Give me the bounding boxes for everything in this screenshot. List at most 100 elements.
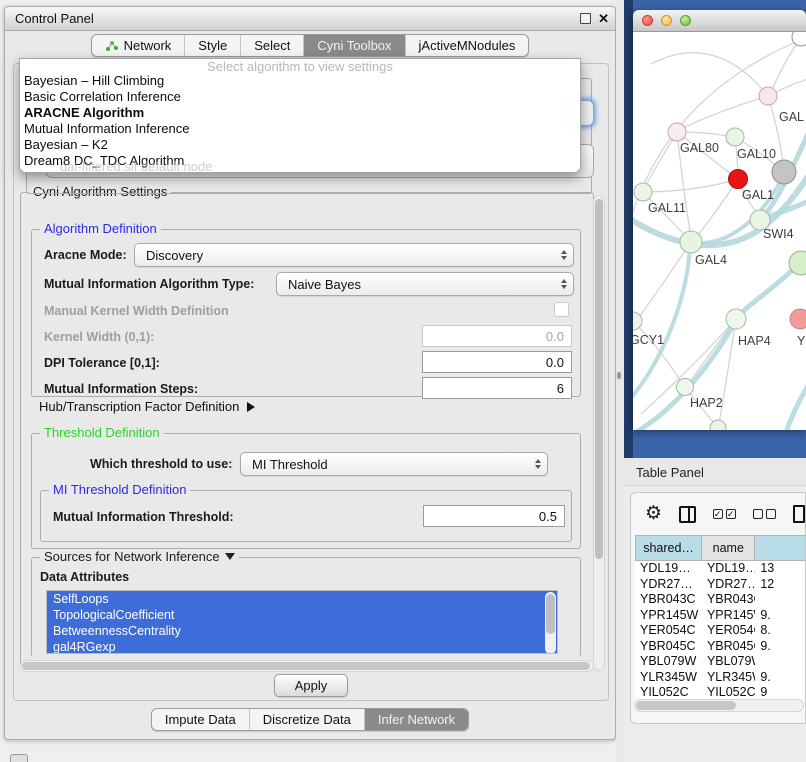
table-row: YPR145WYPR145W9. <box>635 608 806 624</box>
tab-discretize-data[interactable]: Discretize Data <box>249 709 364 730</box>
tab-cyni-toolbox[interactable]: Cyni Toolbox <box>303 35 404 56</box>
table-cell[interactable]: YBR045C <box>702 639 755 655</box>
algorithm-option-bayesian-k2[interactable]: Bayesian – K2 <box>20 137 580 153</box>
close-icon[interactable]: ✕ <box>598 10 609 28</box>
table-horizontal-scrollbar[interactable] <box>634 699 804 712</box>
algorithm-option-basic-correlation-inference[interactable]: Basic Correlation Inference <box>20 89 580 105</box>
network-edge[interactable] <box>651 179 738 192</box>
float-window-icon[interactable] <box>580 13 591 24</box>
table-cell[interactable]: YPR145W <box>702 608 755 624</box>
scrollbar-thumb[interactable] <box>636 701 736 710</box>
splitter-handle[interactable] <box>617 372 621 379</box>
table-cell[interactable] <box>755 592 806 608</box>
network-node[interactable] <box>772 160 796 184</box>
table-cell[interactable]: YLR345W <box>702 670 755 686</box>
minimize-window-icon[interactable] <box>661 15 672 26</box>
network-node[interactable] <box>726 309 746 329</box>
table-cell[interactable]: YDR27… <box>702 577 755 593</box>
network-window-titlebar[interactable] <box>633 10 806 32</box>
tab-network[interactable]: Network <box>92 35 185 56</box>
kernel-width-field[interactable]: 0.0 <box>422 325 572 347</box>
network-node[interactable] <box>792 32 806 46</box>
table-cell[interactable]: YPR145W <box>635 608 702 624</box>
network-view-window: GALGAL80GAL10GAL1GAL11SWI4GAL4GCY1HAP4YH… <box>633 10 806 430</box>
table-cell[interactable]: 9. <box>755 639 806 655</box>
table-cell[interactable]: 12 <box>755 577 806 593</box>
network-edge[interactable] <box>637 242 691 320</box>
algorithm-option-mutual-information-inference[interactable]: Mutual Information Inference <box>20 121 580 137</box>
node-attribute-table: shared…name YDL19…YDL19…13YDR27…YDR27…12… <box>635 535 806 711</box>
dpi-tolerance-field[interactable]: 0.0 <box>422 351 572 373</box>
scrollbar-thumb[interactable] <box>22 662 590 670</box>
attribute-item-betweennesscentrality[interactable]: BetweennessCentrality <box>47 623 557 639</box>
close-window-icon[interactable] <box>642 15 653 26</box>
column-header-cut[interactable] <box>755 535 806 561</box>
settings-horizontal-scrollbar[interactable] <box>20 660 594 672</box>
page-icon[interactable] <box>793 505 805 523</box>
collapsed-panel-fragment[interactable] <box>10 754 28 762</box>
network-edge[interactable] <box>651 53 768 96</box>
checked-boxes-icon[interactable]: ✓✓ <box>713 509 736 519</box>
attribute-item-selfloops[interactable]: SelfLoops <box>47 591 557 607</box>
list-vertical-scrollbar[interactable] <box>545 592 556 654</box>
table-cell[interactable]: 9. <box>755 670 806 686</box>
collapse-arrow-icon <box>225 553 235 560</box>
mi-threshold-field[interactable]: 0.5 <box>423 505 565 527</box>
table-cell[interactable]: 13 <box>755 561 806 577</box>
network-edge[interactable] <box>780 377 806 430</box>
table-cell[interactable]: 9. <box>755 608 806 624</box>
which-threshold-combobox[interactable]: MI Threshold <box>240 452 548 476</box>
split-columns-icon[interactable] <box>679 506 696 523</box>
table-cell[interactable] <box>755 654 806 670</box>
table-cell[interactable]: YDR27… <box>635 577 702 593</box>
table-cell[interactable]: YBR045C <box>635 639 702 655</box>
attribute-item-topologicalcoefficient[interactable]: TopologicalCoefficient <box>47 607 557 623</box>
network-node[interactable] <box>759 87 777 105</box>
table-cell[interactable]: 8. <box>755 623 806 639</box>
hub-tf-definition-expander[interactable]: Hub/Transcription Factor Definition <box>39 399 255 414</box>
scrollbar-thumb[interactable] <box>546 594 555 634</box>
tab-jactivemnodules[interactable]: jActiveMNodules <box>405 35 529 56</box>
scrollbar-thumb[interactable] <box>595 199 603 559</box>
network-node[interactable] <box>677 379 694 396</box>
apply-button[interactable]: Apply <box>274 674 348 697</box>
network-node[interactable] <box>726 128 744 146</box>
network-node[interactable] <box>790 309 806 329</box>
settings-vertical-scrollbar[interactable] <box>593 195 605 671</box>
algorithm-option-bayesian-hill-climbing[interactable]: Bayesian – Hill Climbing <box>20 73 580 89</box>
unchecked-boxes-icon[interactable] <box>753 509 776 519</box>
network-edge[interactable] <box>633 321 681 382</box>
table-cell[interactable]: YBR043C <box>635 592 702 608</box>
table-cell[interactable]: YER054C <box>702 623 755 639</box>
table-cell[interactable]: YBL079W <box>702 654 755 670</box>
table-cell[interactable]: YDL19… <box>702 561 755 577</box>
network-graph[interactable]: GALGAL80GAL10GAL1GAL11SWI4GAL4GCY1HAP4YH… <box>633 32 806 430</box>
aracne-mode-combobox[interactable]: Discovery <box>134 243 574 267</box>
table-cell[interactable]: YBR043C <box>702 592 755 608</box>
tab-style[interactable]: Style <box>184 35 240 56</box>
column-header-name[interactable]: name <box>702 535 755 561</box>
network-node[interactable] <box>634 183 652 201</box>
tab-select[interactable]: Select <box>240 35 303 56</box>
manual-kernel-width-checkbox[interactable] <box>554 302 569 317</box>
table-cell[interactable]: YBL079W <box>635 654 702 670</box>
column-header-shared[interactable]: shared… <box>635 535 702 561</box>
algorithm-option-aracne-algorithm[interactable]: ARACNE Algorithm <box>20 105 580 121</box>
data-attributes-list[interactable]: SelfLoopsTopologicalCoefficientBetweenne… <box>46 590 558 654</box>
zoom-window-icon[interactable] <box>680 15 691 26</box>
table-cell[interactable]: YLR345W <box>635 670 702 686</box>
attribute-item-gal4rgexp[interactable]: gal4RGexp <box>47 639 557 654</box>
gear-icon[interactable]: ⚙ <box>645 503 662 525</box>
network-edge[interactable] <box>683 96 768 128</box>
mi-algorithm-type-combobox[interactable]: Naive Bayes <box>276 272 574 296</box>
network-node[interactable] <box>680 231 702 253</box>
tab-infer-network[interactable]: Infer Network <box>364 709 468 730</box>
network-node[interactable] <box>729 170 748 189</box>
panel-splitter[interactable] <box>616 0 624 762</box>
table-cell[interactable]: YER054C <box>635 623 702 639</box>
network-node[interactable] <box>668 123 686 141</box>
mi-steps-field[interactable]: 6 <box>422 377 572 399</box>
network-canvas[interactable]: GALGAL80GAL10GAL1GAL11SWI4GAL4GCY1HAP4YH… <box>633 32 806 430</box>
tab-impute-data[interactable]: Impute Data <box>152 709 249 730</box>
table-cell[interactable]: YDL19… <box>635 561 702 577</box>
